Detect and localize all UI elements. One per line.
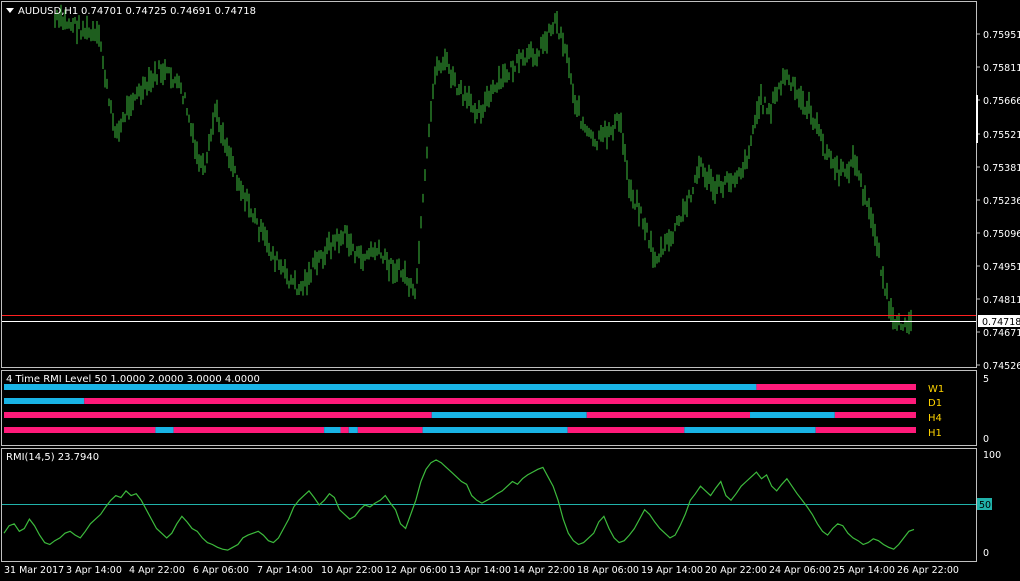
rmi-level-segment-h1	[324, 427, 341, 433]
price-scale-marker	[976, 95, 978, 143]
rmi-tick-top: 100	[983, 450, 1001, 461]
time-tick: 10 Apr 22:00	[321, 565, 383, 576]
time-tick: 12 Apr 06:00	[385, 565, 447, 576]
rmi-level-segment-h1	[4, 427, 156, 433]
price-tick: 0.75951	[983, 30, 1020, 41]
time-tick: 3 Apr 14:00	[66, 565, 122, 576]
rmi-title: RMI(14,5) 23.7940	[6, 452, 99, 463]
rmi-level-segment-h1	[155, 427, 174, 433]
price-tick: 0.75521	[983, 130, 1020, 141]
price-tick: 0.75811	[983, 63, 1020, 74]
rmi-level-segment-h1	[422, 427, 568, 433]
time-tick: 7 Apr 14:00	[257, 565, 313, 576]
timeframe-label-h1: H1	[928, 428, 942, 439]
rmi-level-segment-h4	[586, 412, 751, 418]
time-axis: 31 Mar 2017 3 Apr 14:00 4 Apr 22:00 6 Ap…	[4, 565, 959, 576]
rmi-level-segment-h1	[348, 427, 358, 433]
time-tick: 24 Apr 06:00	[769, 565, 831, 576]
rmi-level-segment-h1	[340, 427, 349, 433]
rmi-level-segment-h1	[567, 427, 685, 433]
time-tick: 4 Apr 22:00	[129, 565, 185, 576]
price-candles	[54, 4, 912, 335]
rmi-level-segment-d1	[84, 398, 917, 404]
rmi-level-title: 4 Time RMI Level 50 1.0000 2.0000 3.0000…	[6, 374, 260, 385]
timeframe-label-h4: H4	[928, 413, 942, 424]
time-tick: 19 Apr 14:00	[641, 565, 703, 576]
price-tick: 0.74951	[983, 262, 1020, 273]
rmi-level-segment-h4	[834, 412, 916, 418]
time-tick: 25 Apr 14:00	[833, 565, 895, 576]
rmi-level-segment-h1	[357, 427, 423, 433]
rmi-level-segment-h1	[173, 427, 325, 433]
time-tick: 13 Apr 14:00	[449, 565, 511, 576]
rmi-level-segment-d1	[4, 398, 85, 404]
price-tick: 0.74671	[983, 328, 1020, 339]
chart-menu-arrow-icon[interactable]	[6, 8, 14, 13]
price-tick: 0.75666	[983, 96, 1020, 107]
rmi-level-labels: W1 D1 H4 H1	[928, 384, 944, 439]
time-tick: 6 Apr 06:00	[193, 565, 249, 576]
timeframe-label-d1: D1	[928, 398, 942, 409]
rmi-level-segment-h4	[4, 412, 432, 418]
rmi-level-segment-w1	[4, 384, 757, 390]
time-tick: 14 Apr 22:00	[513, 565, 575, 576]
rmi-level-tick-top: 5	[983, 374, 989, 385]
trading-chart[interactable]: AUDUSD,H1 0.74701 0.74725 0.74691 0.7471…	[0, 0, 1020, 581]
price-tick: 0.74526	[983, 361, 1020, 372]
rmi-level-tick-bottom: 0	[983, 434, 989, 445]
rmi-level-segment-w1	[756, 384, 916, 390]
rmi-level-tag-text: 50	[979, 500, 991, 511]
rmi-level-segment-h1	[684, 427, 816, 433]
ohlc-values: 0.74701 0.74725 0.74691 0.74718	[81, 6, 256, 17]
price-tick: 0.75236	[983, 196, 1020, 207]
time-tick: 31 Mar 2017	[4, 565, 64, 576]
time-tick: 26 Apr 22:00	[897, 565, 959, 576]
symbol-label: AUDUSD,H1	[18, 6, 78, 17]
time-tick: 18 Apr 06:00	[577, 565, 639, 576]
current-price-tag-text: 0.74718	[982, 317, 1020, 328]
rmi-level-segment-h1	[815, 427, 916, 433]
price-tick: 0.75096	[983, 229, 1020, 240]
main-chart-frame	[1, 1, 977, 368]
price-tick: 0.75381	[983, 163, 1020, 174]
rmi-tick-bottom: 0	[983, 548, 989, 559]
rmi-level-segment-h4	[431, 412, 587, 418]
price-tick: 0.74811	[983, 295, 1020, 306]
rmi-level-bars	[4, 384, 917, 433]
time-tick: 20 Apr 22:00	[705, 565, 767, 576]
timeframe-label-w1: W1	[928, 384, 944, 395]
rmi-level-segment-h4	[750, 412, 835, 418]
